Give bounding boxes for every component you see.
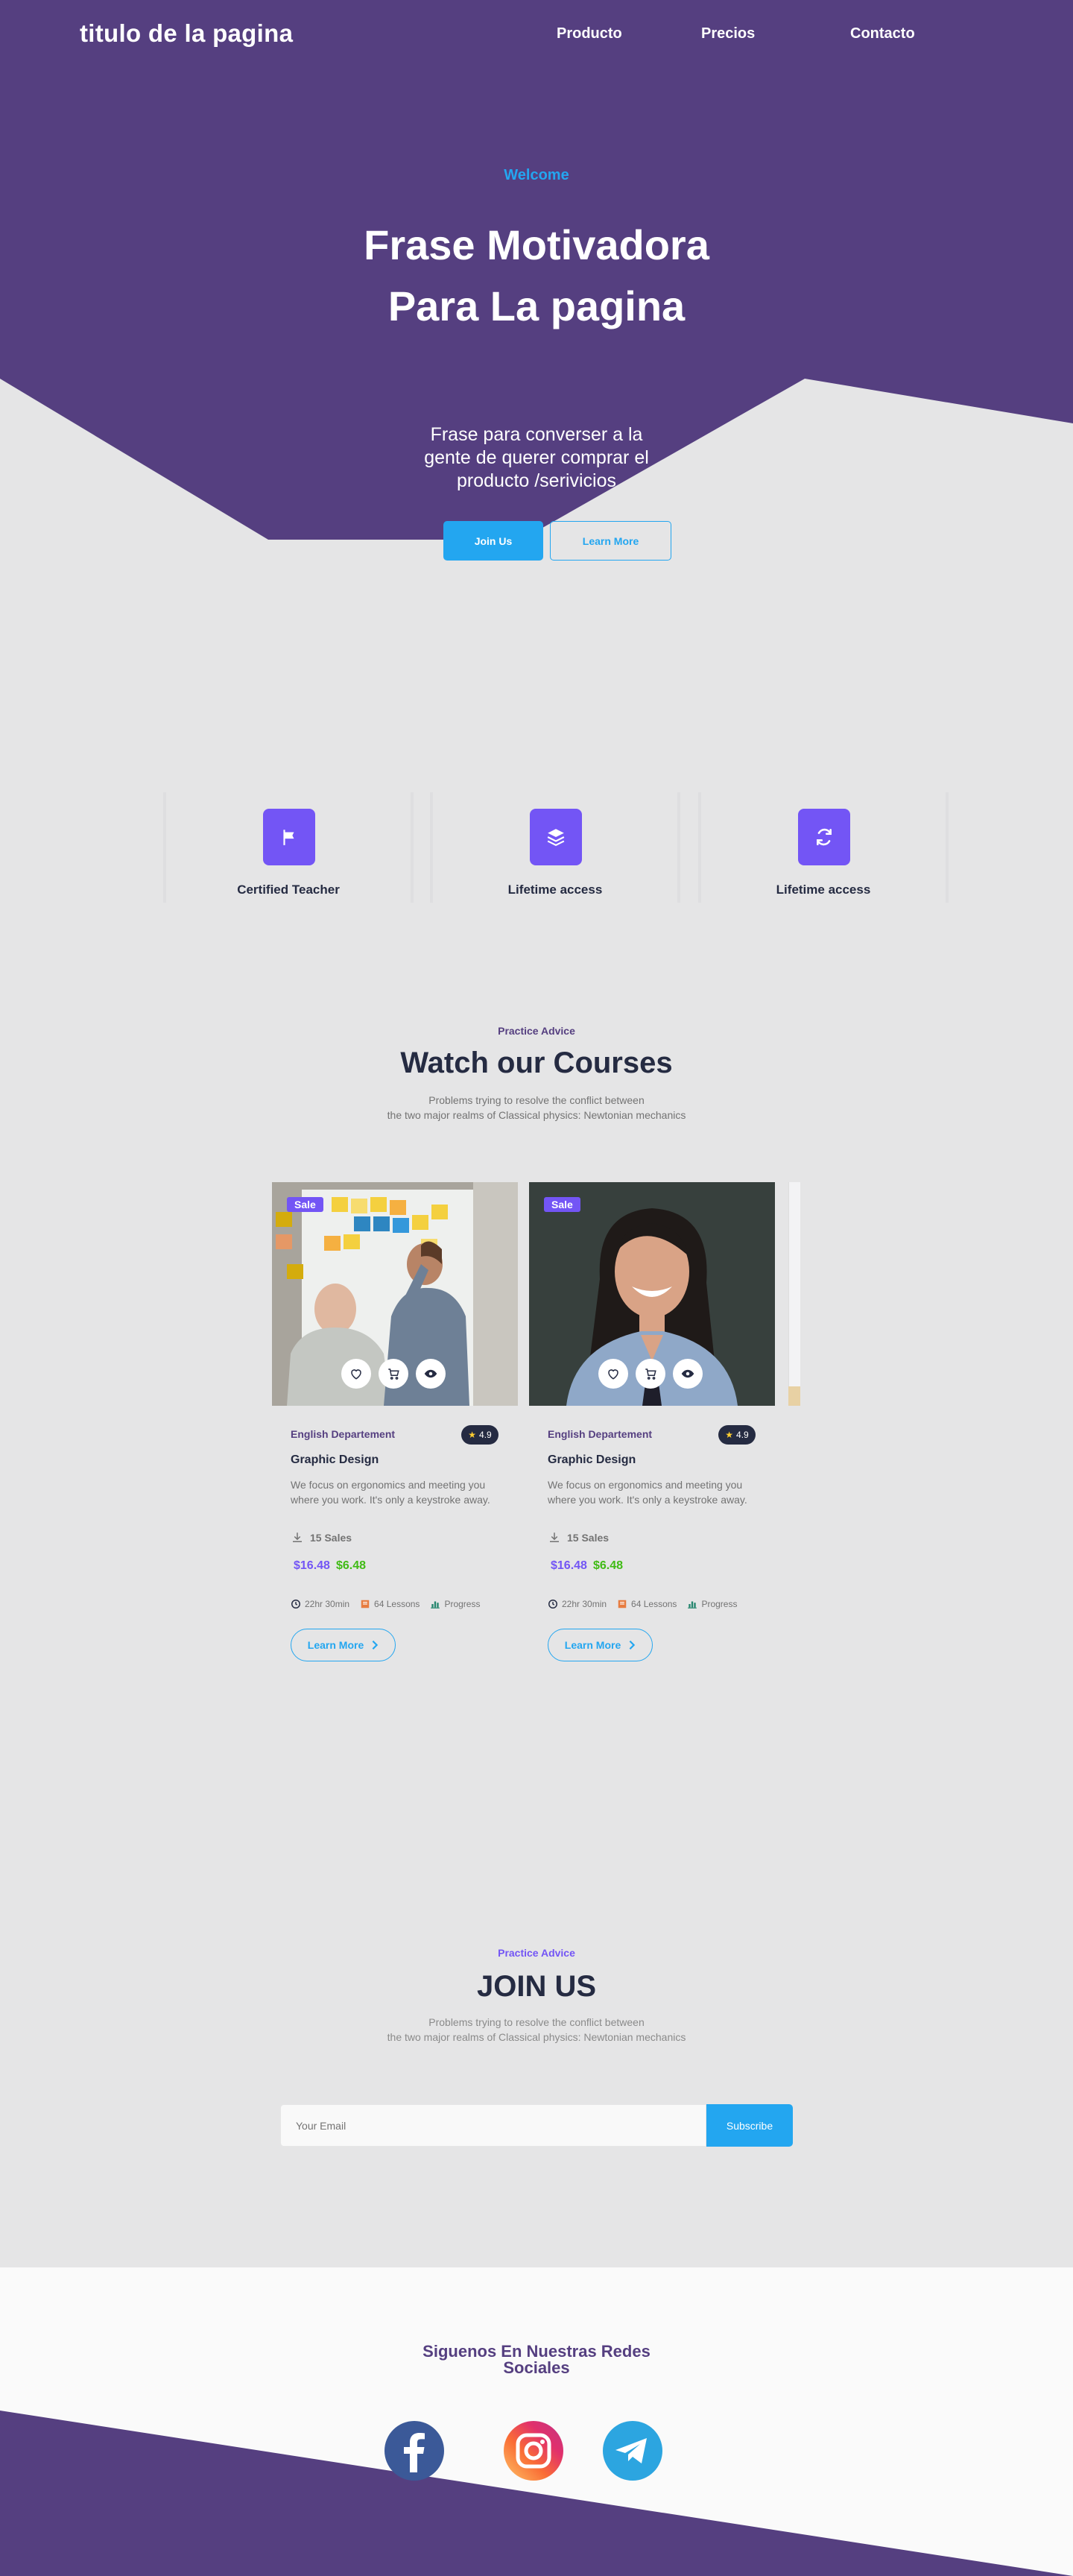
refresh-icon: [798, 809, 850, 865]
duration: 22hr 30min: [305, 1599, 350, 1609]
join-kicker: Practice Advice: [498, 1947, 575, 1959]
course-description: We focus on ergonomics and meeting you w…: [548, 1479, 747, 1506]
button-label: Learn More: [564, 1639, 621, 1651]
join-text-line2: the two major realms of Classical physic…: [387, 2031, 686, 2043]
courses-kicker: Practice Advice: [498, 1025, 575, 1037]
social-heading: Siguenos En Nuestras Redes Sociales: [387, 2343, 686, 2376]
course-image-meeting[interactable]: Sale: [272, 1182, 518, 1406]
chart-icon: [688, 1601, 697, 1609]
nav-link-producto[interactable]: Producto: [557, 25, 622, 42]
course-title[interactable]: Graphic Design: [291, 1453, 379, 1467]
lessons-icon: [361, 1600, 370, 1609]
chevron-right-icon: [629, 1640, 636, 1650]
rating-badge: ★ 4.9: [461, 1425, 498, 1445]
cart-icon[interactable]: [379, 1359, 408, 1389]
join-title: JOIN US: [476, 1970, 597, 2003]
card-actions: [598, 1359, 703, 1389]
telegram-icon[interactable]: [602, 2420, 663, 2481]
feature-label: Certified Teacher: [237, 883, 340, 897]
facebook-icon[interactable]: [384, 2420, 445, 2481]
nav-link-precios[interactable]: Precios: [701, 25, 755, 42]
old-price: $16.48: [551, 1559, 587, 1572]
courses-text: Problems trying to resolve the conflict …: [350, 1093, 723, 1123]
rating-value: 4.9: [479, 1430, 492, 1440]
next-card-peek-image: [788, 1386, 800, 1406]
learn-more-button[interactable]: Learn More: [550, 521, 671, 561]
sales-label: 15 Sales: [310, 1532, 352, 1544]
hero-title: Frase Motivadora Para La pagina: [0, 215, 1073, 337]
sale-badge: Sale: [287, 1197, 323, 1212]
sales-count: 15 Sales: [291, 1531, 352, 1544]
lessons: 64 Lessons: [374, 1599, 420, 1609]
social-heading-line1: Siguenos En Nuestras Redes: [422, 2342, 651, 2361]
footer: Siguenos En Nuestras Redes Sociales: [0, 2267, 1073, 2576]
courses-text-line1: Problems trying to resolve the conflict …: [428, 1094, 645, 1106]
clock-icon: [548, 1600, 557, 1609]
chevron-right-icon: [372, 1640, 379, 1650]
sales-count: 15 Sales: [548, 1531, 609, 1544]
new-price: $6.48: [336, 1559, 367, 1572]
join-us-button[interactable]: Join Us: [443, 521, 543, 561]
feature-label: Lifetime access: [507, 883, 603, 897]
email-input[interactable]: Your Email: [280, 2104, 706, 2147]
star-icon: ★: [468, 1430, 477, 1440]
course-description: We focus on ergonomics and meeting you w…: [291, 1479, 490, 1506]
button-label: Learn More: [307, 1639, 364, 1651]
course-card[interactable]: Sale English Departement ★ 4.9 Graphic De…: [272, 1182, 518, 1674]
sale-badge: Sale: [544, 1197, 580, 1212]
course-meta: 22hr 30min 64 Lessons Progress: [291, 1599, 480, 1609]
hero-title-line1: Frase Motivadora: [364, 221, 709, 268]
course-image-portrait[interactable]: Sale: [529, 1182, 775, 1406]
hero-section: titulo de la pagina Producto Precios Con…: [0, 0, 1073, 566]
hero-title-line2: Para La pagina: [387, 282, 686, 329]
card-actions: [341, 1359, 446, 1389]
site-title[interactable]: titulo de la pagina: [80, 19, 293, 48]
new-price: $6.48: [593, 1559, 624, 1572]
course-learn-more-button[interactable]: Learn More: [548, 1629, 653, 1661]
subscribe-button[interactable]: Subscribe: [706, 2104, 793, 2147]
download-icon: [550, 1532, 559, 1542]
instagram-icon[interactable]: [503, 2420, 564, 2481]
course-department: English Departement: [291, 1428, 396, 1440]
duration: 22hr 30min: [562, 1599, 607, 1609]
course-department: English Departement: [548, 1428, 653, 1440]
courses-title: Watch our Courses: [400, 1046, 673, 1079]
clock-icon: [291, 1600, 300, 1609]
eye-icon[interactable]: [416, 1359, 446, 1389]
feature-label: Lifetime access: [776, 883, 871, 897]
feature-card-lifetime-access-2: Lifetime access: [698, 792, 949, 903]
rating-value: 4.9: [736, 1430, 749, 1440]
progress-label: Progress: [701, 1599, 738, 1609]
lessons: 64 Lessons: [631, 1599, 677, 1609]
progress-label: Progress: [444, 1599, 481, 1609]
star-icon: ★: [725, 1430, 734, 1440]
feature-card-lifetime-access: Lifetime access: [430, 792, 680, 903]
layers-icon: [530, 809, 582, 865]
old-price: $16.48: [294, 1559, 330, 1572]
course-title[interactable]: Graphic Design: [548, 1453, 636, 1467]
social-heading-line2: Sociales: [503, 2358, 570, 2377]
hero-subtitle: Frase para converser a la gente de quere…: [424, 424, 649, 491]
lessons-icon: [618, 1600, 627, 1609]
course-meta: 22hr 30min 64 Lessons Progress: [548, 1599, 737, 1609]
course-card[interactable]: Sale English Departement ★ 4.9 Graphic De…: [529, 1182, 775, 1674]
join-text-line1: Problems trying to resolve the conflict …: [428, 2016, 645, 2028]
eye-icon[interactable]: [673, 1359, 703, 1389]
flag-icon: [263, 809, 315, 865]
rating-badge: ★ 4.9: [718, 1425, 756, 1445]
download-icon: [293, 1532, 302, 1542]
heart-icon[interactable]: [598, 1359, 628, 1389]
heart-icon[interactable]: [341, 1359, 371, 1389]
hero-welcome: Welcome: [504, 167, 569, 183]
cart-icon[interactable]: [636, 1359, 665, 1389]
sales-label: 15 Sales: [567, 1532, 610, 1544]
join-text: Problems trying to resolve the conflict …: [350, 2015, 723, 2045]
nav-link-contacto[interactable]: Contacto: [850, 25, 915, 42]
feature-card-certified-teacher: Certified Teacher: [163, 792, 414, 903]
course-learn-more-button[interactable]: Learn More: [291, 1629, 396, 1661]
next-card-peek[interactable]: [788, 1182, 800, 1406]
chart-icon: [431, 1601, 440, 1609]
courses-text-line2: the two major realms of Classical physic…: [387, 1109, 686, 1121]
